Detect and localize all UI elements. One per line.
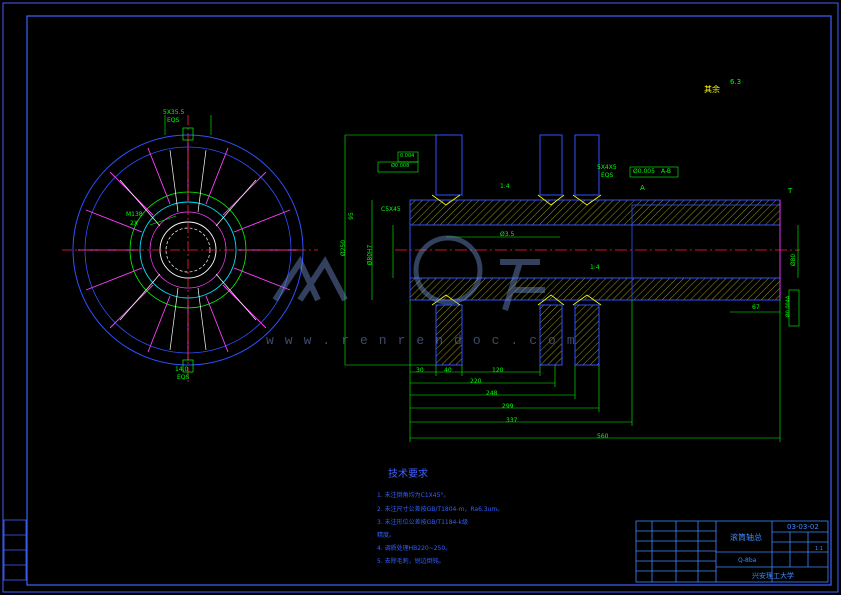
dim-248: 248	[486, 390, 498, 397]
binding-strip	[3, 519, 27, 581]
note-line-5: 4. 调质处理HB220~250。	[377, 545, 452, 552]
dim-299: 299	[502, 403, 514, 410]
slope-label: 1:4	[500, 183, 510, 190]
title-sheet-no: 1:1	[815, 546, 824, 552]
key-label: 5X4X5	[597, 164, 617, 171]
roughness-value: 6.3	[730, 78, 742, 86]
center-len-label: Ø3.5	[500, 231, 515, 238]
mark-a: A	[640, 184, 645, 192]
dia-bore-label: Ø80H7	[366, 244, 374, 266]
chamfer-label: C5X45	[381, 206, 401, 213]
watermark-text: www.renrendoc.com	[266, 333, 586, 348]
dim-560: 560	[597, 433, 609, 440]
note-line-4: 精度。	[377, 532, 396, 539]
mark-t: T	[788, 187, 793, 195]
title-material: Q-8ba	[738, 557, 757, 564]
title-school: 兴安理工大学	[752, 572, 794, 580]
title-part-name: 滚筒轴总	[730, 533, 762, 542]
dim-30: 30	[416, 367, 424, 374]
dia-left-label: Ø250	[340, 239, 348, 257]
tol-box2: Ø0.008	[391, 163, 410, 169]
dim-120: 120	[492, 367, 504, 374]
top-key-sub: EQS	[167, 117, 180, 124]
roughness-label: 其余	[704, 85, 720, 94]
len-67-label: 67	[752, 304, 760, 311]
thread-sub: 2X	[130, 220, 138, 227]
note-line-2: 2. 未注尺寸公差按GB/T1804-m，Ra6.3um。	[377, 506, 504, 513]
bottom-key-label: 14.0	[175, 366, 189, 373]
notes-title: 技术要求	[388, 469, 428, 480]
dia-right-label: Ø80	[790, 253, 798, 267]
dim-220: 220	[470, 378, 482, 385]
note-line-3: 3. 未注形位公差按GB/T1184-k级	[377, 519, 468, 526]
note-line-1: 1. 未注倒角均为C1X45°。	[377, 492, 450, 499]
key-sub: EQS	[601, 172, 614, 179]
note-line-6: 5. 去除毛刺，锐边倒钝。	[377, 558, 445, 565]
top-key-label: 5X35.5	[163, 109, 185, 116]
thread-label: M138	[126, 211, 143, 218]
gdt-value: Ø0.005	[633, 168, 655, 175]
len-95-label: 95	[347, 212, 355, 220]
gdt-datum: A-B	[661, 168, 672, 175]
title-drawing-no: 03-03-02	[787, 523, 819, 531]
dim-337: 337	[506, 417, 518, 424]
tol-box1: 0.004	[400, 153, 415, 159]
bottom-key-sub: EQS	[177, 374, 190, 381]
slope2-label: 1:4	[590, 264, 600, 271]
dim-40: 40	[444, 367, 452, 374]
right-tol-label: Ø0.004A	[785, 295, 792, 318]
